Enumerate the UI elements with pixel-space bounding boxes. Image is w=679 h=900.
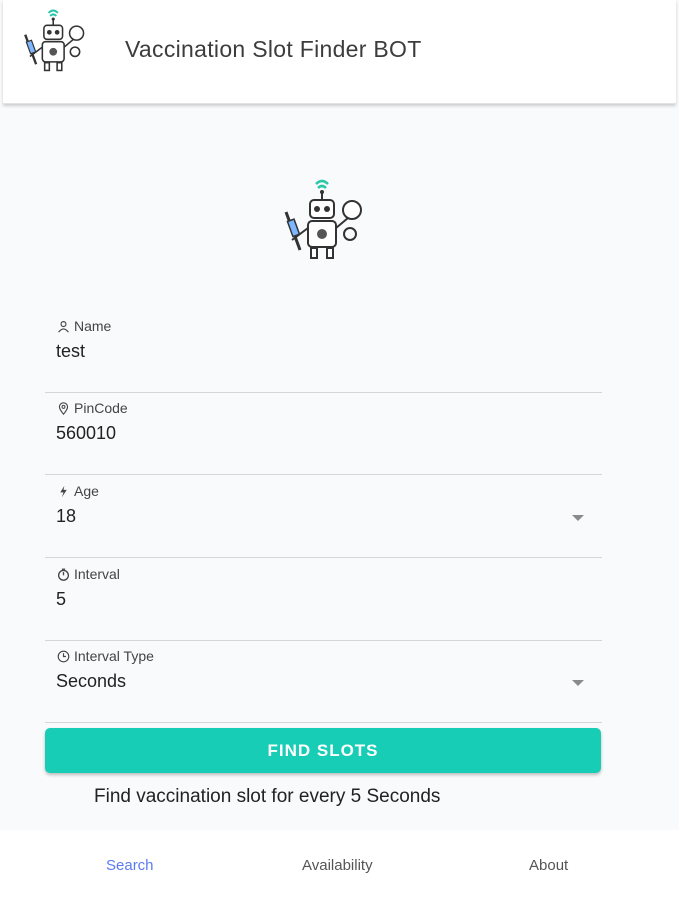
chevron-down-icon[interactable] [572, 680, 584, 686]
find-slots-button[interactable]: FIND SLOTS [45, 728, 601, 773]
interval-field[interactable]: Interval 5 [45, 560, 602, 641]
interval-type-value[interactable]: Seconds [56, 671, 126, 692]
app-bar: Vaccination Slot Finder BOT [3, 0, 676, 104]
name-label: Name [74, 318, 112, 334]
pincode-field[interactable]: PinCode 560010 [45, 394, 602, 475]
pincode-input[interactable]: 560010 [56, 423, 116, 444]
age-label: Age [74, 483, 99, 499]
chevron-down-icon[interactable] [572, 515, 584, 521]
bottom-navigation: Search Availability About [0, 830, 679, 900]
status-message: Find vaccination slot for every 5 Second… [94, 786, 441, 807]
robot-hero-icon [284, 179, 362, 259]
age-select[interactable]: Age 18 [45, 477, 602, 558]
lightning-icon [60, 485, 67, 497]
nav-item-search[interactable]: Search [106, 857, 154, 874]
robot-logo-icon [24, 9, 85, 72]
interval-type-label: Interval Type [74, 648, 154, 664]
interval-type-select[interactable]: Interval Type Seconds [45, 642, 602, 723]
clock-icon [57, 650, 70, 662]
timer-icon [57, 568, 70, 581]
pincode-label: PinCode [74, 400, 128, 416]
person-icon [58, 320, 69, 333]
nav-item-about[interactable]: About [529, 857, 568, 874]
name-field[interactable]: Name test [45, 312, 602, 393]
interval-input[interactable]: 5 [56, 589, 66, 610]
app-title: Vaccination Slot Finder BOT [125, 36, 422, 62]
nav-item-availability[interactable]: Availability [302, 857, 373, 874]
location-pin-icon [58, 401, 69, 415]
name-input[interactable]: test [56, 341, 85, 362]
age-value[interactable]: 18 [56, 506, 76, 527]
interval-label: Interval [74, 566, 120, 582]
